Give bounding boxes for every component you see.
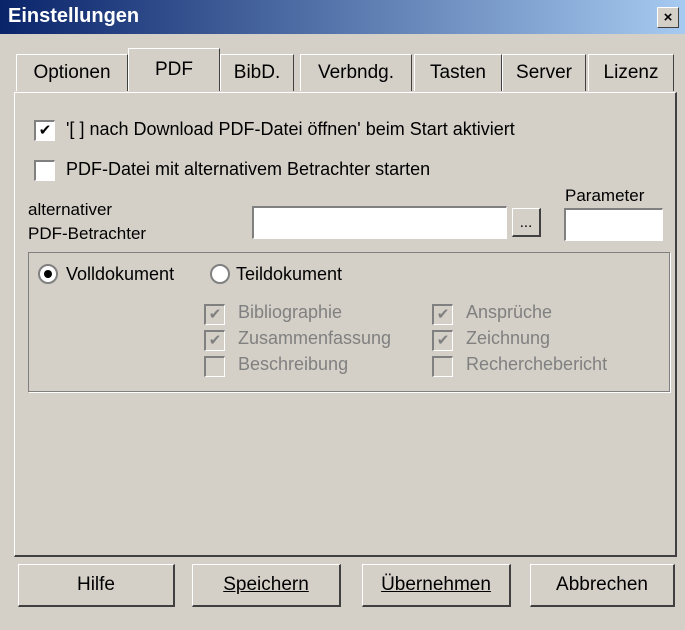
ansprueche-checkbox[interactable]: ✔ [432, 304, 453, 325]
parameter-input[interactable] [564, 208, 663, 241]
tab-bibd[interactable]: BibD. [220, 54, 294, 91]
alt-viewer-path-input[interactable] [252, 206, 507, 239]
open-after-download-label: '[ ] nach Download PDF-Datei öffnen' bei… [66, 119, 515, 139]
tab-optionen[interactable]: Optionen [16, 54, 128, 91]
close-icon: × [663, 9, 673, 26]
save-button[interactable]: Speichern [192, 564, 341, 607]
radio-volldokument[interactable] [38, 264, 58, 284]
window-title: Einstellungen [8, 5, 140, 27]
zusammenfassung-checkbox[interactable]: ✔ [204, 330, 225, 351]
tab-pdf[interactable]: PDF [128, 48, 220, 91]
bibliographie-label: Bibliographie [238, 302, 343, 322]
ansprueche-label: Ansprüche [466, 302, 553, 322]
alt-viewer-start-checkbox[interactable] [34, 160, 55, 181]
open-after-download-checkbox[interactable]: ✔ [34, 120, 55, 141]
teildokument-label: Teildokument [236, 264, 343, 284]
beschreibung-label: Beschreibung [238, 354, 349, 374]
recherchebericht-checkbox[interactable] [432, 356, 453, 377]
zusammenfassung-label: Zusammenfassung [238, 328, 392, 348]
volldokument-label: Volldokument [66, 264, 175, 284]
title-bar: Einstellungen × [0, 0, 685, 34]
bibliographie-checkbox[interactable]: ✔ [204, 304, 225, 325]
parameter-label: Parameter [565, 186, 645, 205]
alt-viewer-label-line2: PDF-Betrachter [28, 224, 147, 243]
zeichnung-checkbox[interactable]: ✔ [432, 330, 453, 351]
beschreibung-checkbox[interactable] [204, 356, 225, 377]
zeichnung-label: Zeichnung [466, 328, 551, 348]
alt-viewer-start-label: PDF-Datei mit alternativem Betrachter st… [66, 159, 431, 179]
tab-server[interactable]: Server [502, 54, 586, 91]
close-button[interactable]: × [657, 7, 679, 28]
tab-lizenz[interactable]: Lizenz [588, 54, 674, 91]
browse-button[interactable]: ... [512, 208, 541, 237]
radio-teildokument[interactable] [210, 264, 230, 284]
alt-viewer-label-line1: alternativer [28, 200, 113, 219]
tab-verbndg[interactable]: Verbndg. [300, 54, 412, 91]
tab-tasten[interactable]: Tasten [414, 54, 502, 91]
help-button[interactable]: Hilfe [18, 564, 175, 607]
apply-button[interactable]: Übernehmen [362, 564, 511, 607]
cancel-button[interactable]: Abbrechen [530, 564, 675, 607]
recherchebericht-label: Recherchebericht [466, 354, 608, 374]
